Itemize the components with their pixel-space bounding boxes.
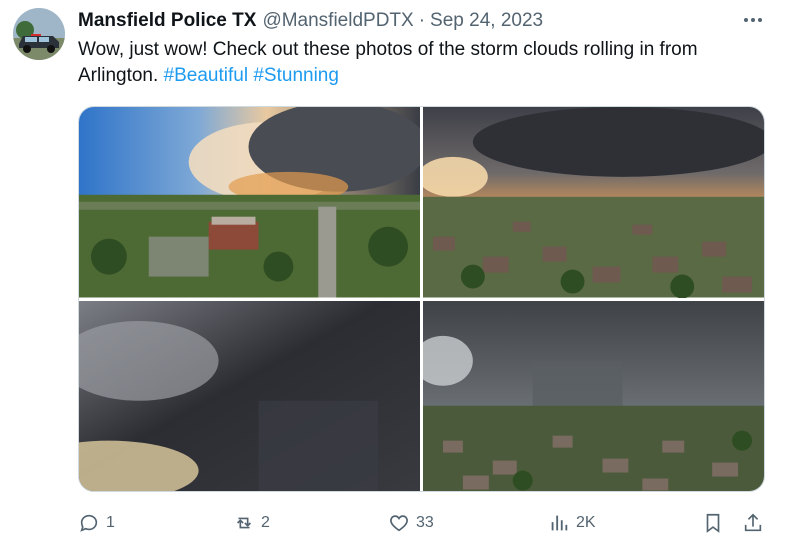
tweet-date[interactable]: Sep 24, 2023: [430, 10, 543, 32]
separator-dot: ·: [418, 10, 426, 31]
reply-count: 1: [106, 514, 115, 531]
storm-cloud-closeup-photo[interactable]: [79, 300, 420, 491]
bookmark-icon: [706, 513, 720, 533]
storm-over-building-photo[interactable]: [79, 107, 420, 298]
bookmark-button[interactable]: [702, 510, 724, 536]
tweet[interactable]: Mansfield Police TX @MansfieldPDTX · Sep…: [0, 0, 785, 556]
views-chart-icon: [551, 515, 568, 531]
rain-shaft-over-suburb-photo[interactable]: [423, 300, 764, 491]
retweet-button[interactable]: 2: [233, 510, 270, 536]
tweet-header: Mansfield Police TX @MansfieldPDTX · Sep…: [78, 9, 765, 33]
like-button[interactable]: 33: [388, 510, 434, 536]
share-icon: [744, 513, 762, 532]
tweet-text: Wow, just wow! Check out these photos of…: [78, 37, 768, 89]
storm-over-neighborhood-photo[interactable]: [423, 107, 764, 298]
retweet-count: 2: [261, 514, 270, 531]
action-bar: 1 2 33 2K: [78, 510, 768, 536]
author-name[interactable]: Mansfield Police TX: [78, 10, 256, 32]
hashtag-stunning[interactable]: #Stunning: [253, 65, 339, 86]
views-button[interactable]: 2K: [548, 510, 596, 536]
heart-icon: [390, 515, 408, 532]
author-handle[interactable]: @MansfieldPDTX: [262, 10, 413, 32]
reply-icon: [80, 514, 98, 532]
police-suv-avatar[interactable]: [13, 8, 65, 60]
reply-button[interactable]: 1: [78, 510, 115, 536]
retweet-icon: [236, 517, 252, 529]
photo-grid: [78, 106, 765, 492]
views-count: 2K: [576, 514, 596, 531]
more-options-icon[interactable]: [742, 9, 764, 31]
share-button[interactable]: [742, 510, 764, 536]
like-count: 33: [416, 514, 434, 531]
hashtag-beautiful[interactable]: #Beautiful: [164, 65, 249, 86]
